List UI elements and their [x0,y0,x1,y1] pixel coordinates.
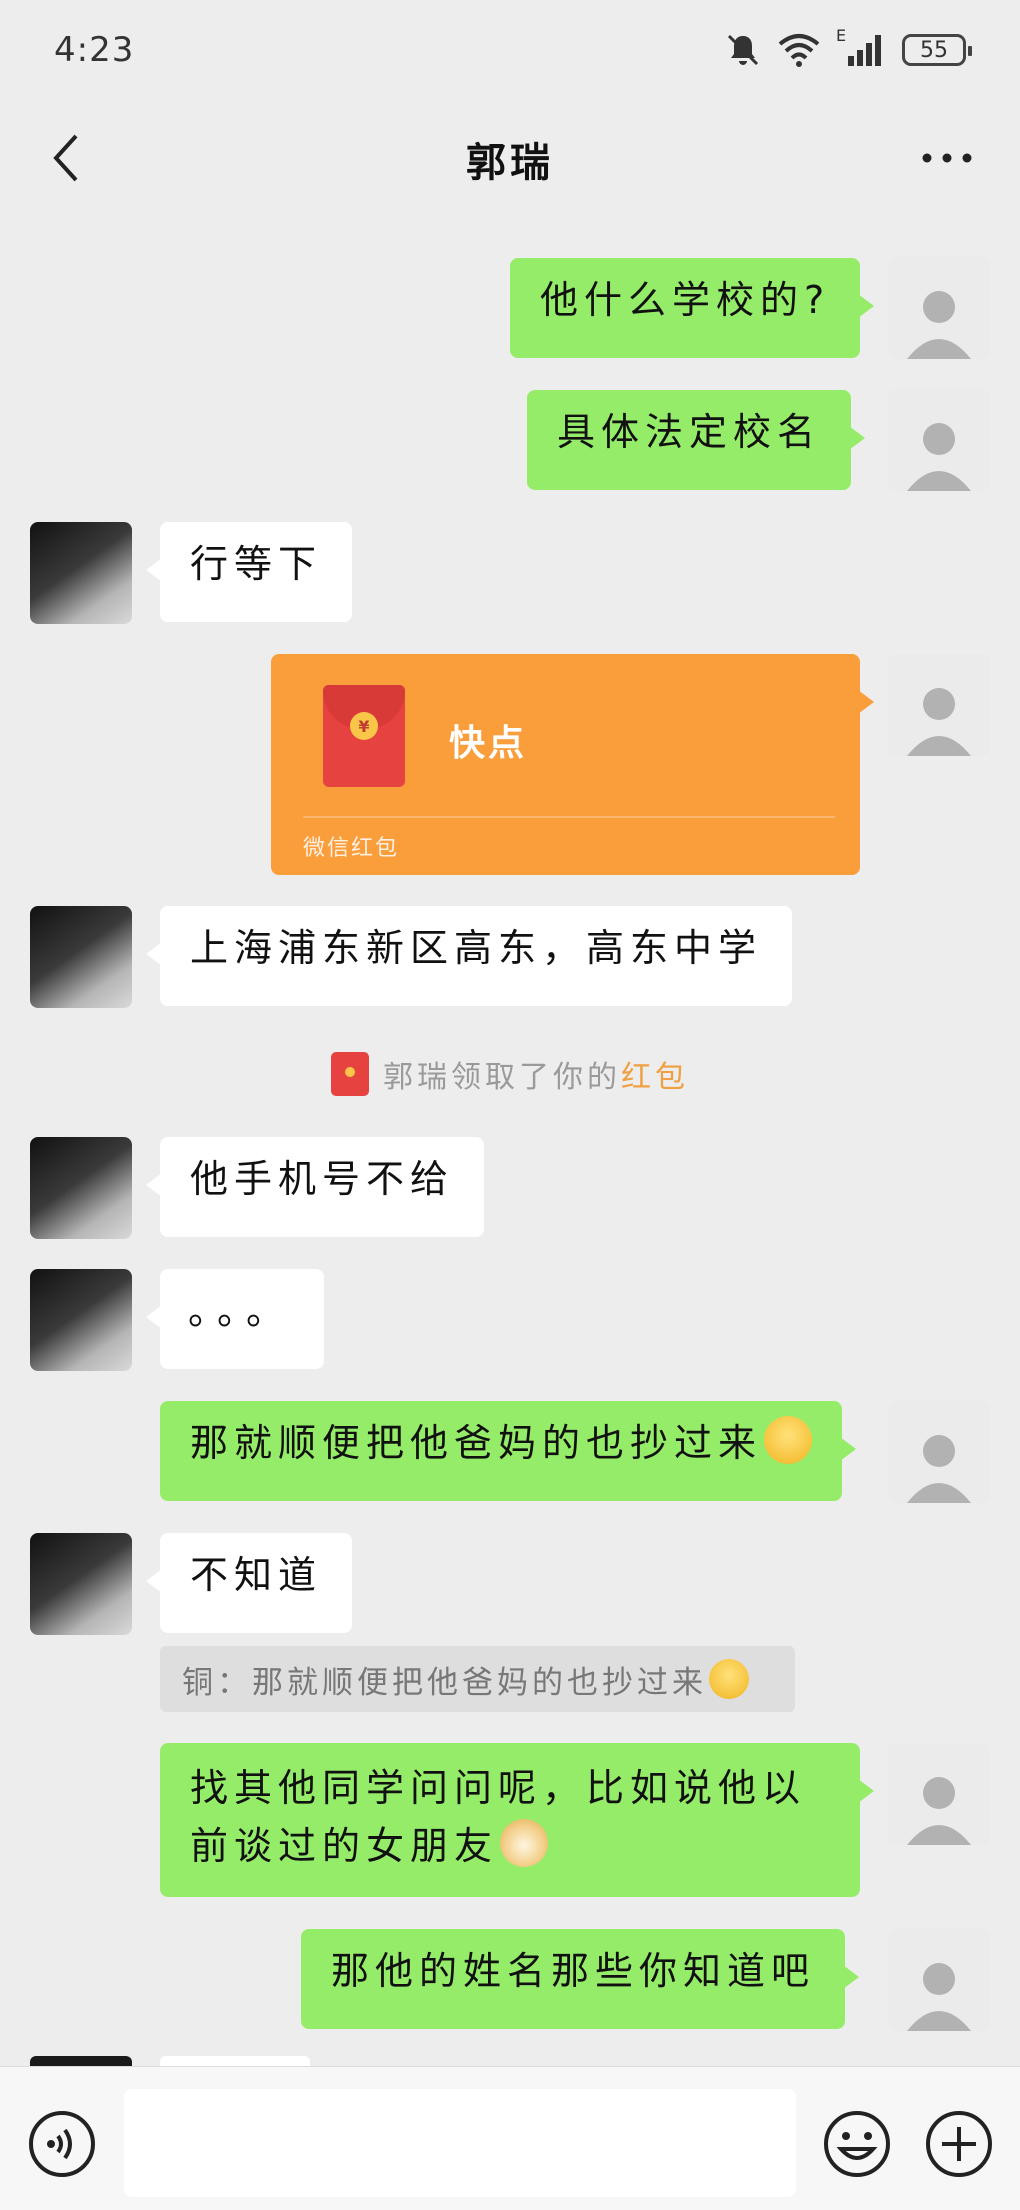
quoted-message[interactable]: 铜：那就顺便把他爸妈的也抄过来 [160,1646,795,1712]
message-bubble[interactable]: 上海浦东新区高东，高东中学 [145,906,793,1006]
divider [303,816,835,818]
red-packet-message: 快点 [449,723,528,764]
contact-avatar[interactable] [30,522,132,624]
system-notice: 郭瑞领取了你的 红包 [0,1050,1020,1098]
red-packet-label: 微信红包 [303,836,400,861]
contact-avatar[interactable] [30,1533,132,1635]
message-bubble[interactable]: 那就顺便把他爸妈的也抄过来 [160,1401,857,1501]
message-bubble[interactable]: 找其他同学问问呢，比如说他以 前谈过的女朋友 [160,1743,874,1897]
default-avatar-icon [907,423,971,491]
default-avatar-icon [907,1435,971,1503]
default-avatar-icon [907,291,971,359]
message-bubble-partial [160,2056,310,2066]
self-avatar[interactable] [888,1929,990,2031]
grinning-emoji-icon [709,1659,749,1699]
contact-avatar-partial [30,2056,132,2066]
quote-text: 铜：那就顺便把他爸妈的也抄过来 [182,1664,707,1701]
doge-emoji-icon [500,1819,549,1867]
self-avatar[interactable] [888,1743,990,1845]
message-bubble[interactable]: 他手机号不给 [145,1137,485,1237]
message-text: 那就顺便把他爸妈的也抄过来 [190,1421,763,1465]
emoji-icon[interactable] [822,2109,892,2179]
message-bubble[interactable]: 他什么学校的? [510,258,875,358]
red-packet-icon: ¥ [323,685,405,787]
grinning-emoji-icon [764,1416,813,1464]
self-avatar[interactable] [888,654,990,756]
default-avatar-icon [907,1963,971,2031]
plus-icon[interactable] [924,2109,994,2179]
self-avatar[interactable] [888,1401,990,1503]
system-notice-highlight[interactable]: 红包 [621,1052,689,1096]
message-bubble[interactable]: 。。。 [145,1269,325,1369]
default-avatar-icon [907,688,971,756]
message-bubble[interactable]: 那他的姓名那些你知道吧 [301,1929,860,2029]
message-list[interactable]: 他什么学校的? 具体法定校名 行等下 ¥ 快点 微信红包 上海浦东新区高东，高东… [0,0,1020,2210]
message-input[interactable] [124,2089,796,2197]
contact-avatar[interactable] [30,1269,132,1371]
message-line: 找其他同学问问呢，比如说他以 [190,1766,807,1810]
message-bubble[interactable]: 具体法定校名 [527,390,866,490]
system-notice-text: 郭瑞领取了你的 [383,1060,621,1095]
self-avatar[interactable] [888,257,990,359]
message-bubble[interactable]: 行等下 [145,522,353,622]
red-packet-icon [331,1052,369,1096]
message-line: 前谈过的女朋友 [190,1824,499,1868]
input-bar [0,2066,1020,2210]
message-bubble[interactable]: 不知道 [145,1533,353,1633]
contact-avatar[interactable] [30,1137,132,1239]
voice-icon[interactable] [27,2109,97,2179]
self-avatar[interactable] [888,389,990,491]
red-packet-card[interactable]: ¥ 快点 微信红包 [271,654,874,875]
contact-avatar[interactable] [30,906,132,1008]
default-avatar-icon [907,1777,971,1845]
